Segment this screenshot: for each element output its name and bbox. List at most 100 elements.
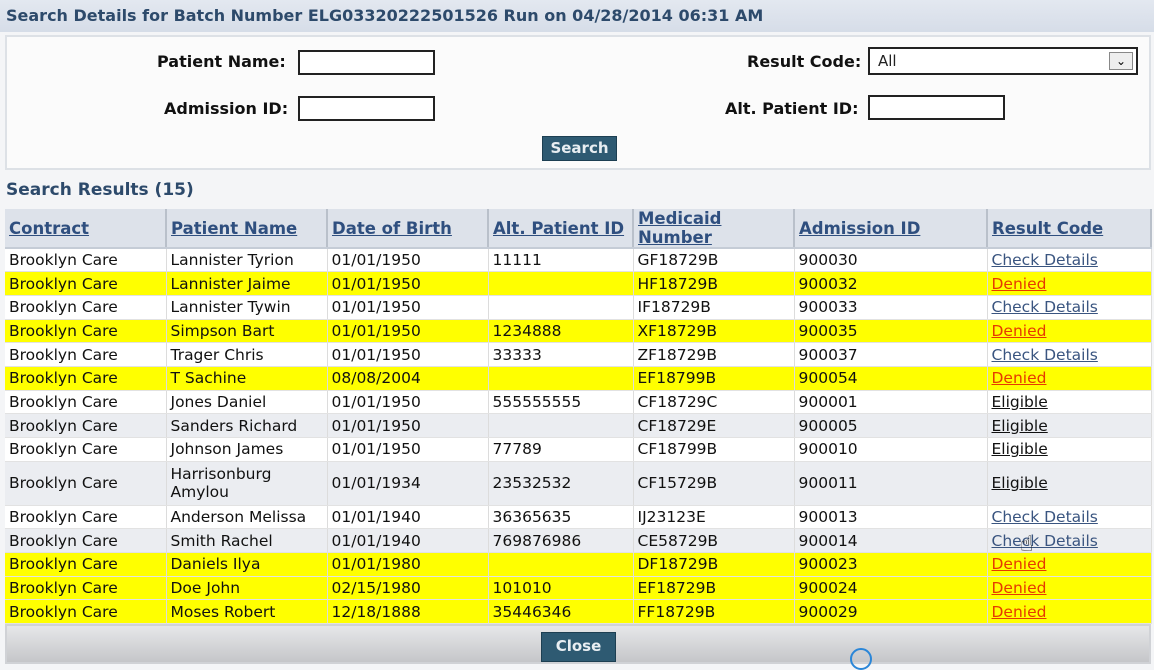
alt-patient-id-cell: 11111 — [488, 248, 634, 273]
result-check-link[interactable]: Check Details — [992, 508, 1098, 526]
admission-id-cell: 900013 — [794, 505, 988, 530]
contract-cell: Brooklyn Care — [5, 366, 167, 391]
patient-name-cell: Lannister Jaime — [166, 271, 328, 296]
alt-patient-id-cell — [488, 413, 634, 438]
dob-cell: 01/01/1950 — [327, 319, 489, 344]
result-code-cell: Denied — [987, 271, 1152, 296]
contract-cell: Brooklyn Care — [5, 599, 167, 625]
dob-cell: 01/01/1950 — [327, 342, 489, 367]
alt-patient-id-cell — [488, 295, 634, 320]
alt-patient-id-label: Alt. Patient ID: — [725, 99, 859, 118]
medicaid-number-cell: CF18729C — [633, 390, 795, 415]
sort-alt-patient-id-link[interactable]: Alt. Patient ID — [493, 219, 624, 238]
sort-admission-id-link[interactable]: Admission ID — [799, 219, 920, 238]
table-row: Brooklyn Care Lannister Jaime 01/01/1950 HF… — [5, 271, 1152, 296]
chevron-down-icon[interactable]: ⌄ — [1109, 52, 1133, 70]
column-header-contract[interactable]: Contract — [5, 209, 167, 249]
medicaid-number-cell: EF18799B — [633, 366, 795, 391]
loading-spinner-icon — [850, 648, 872, 670]
medicaid-number-cell: CF15729B — [633, 461, 795, 506]
sort-patient-name-link[interactable]: Patient Name — [171, 219, 297, 238]
patient-name-cell: T Sachine — [166, 366, 328, 391]
table-row: Brooklyn Care Daniels Ilya 01/01/1980 DF187… — [5, 552, 1152, 577]
table-row: Brooklyn Care Harrisonburg Amylou 01/01/19… — [5, 461, 1152, 506]
dob-cell: 01/01/1980 — [327, 552, 489, 577]
table-row: Brooklyn Care Smith Rachel 01/01/1940 76987… — [5, 528, 1152, 554]
result-check-link[interactable]: Check Details — [992, 346, 1098, 364]
admission-id-cell: 900014 — [794, 528, 988, 554]
contract-cell: Brooklyn Care — [5, 413, 167, 438]
column-header-result-code[interactable]: Result Code — [987, 209, 1152, 249]
patient-name-cell: Harrisonburg Amylou — [166, 461, 328, 506]
column-header-medicaid-number[interactable]: Medicaid Number — [633, 209, 795, 249]
contract-cell: Brooklyn Care — [5, 528, 167, 554]
result-denied-link[interactable]: Denied — [992, 579, 1047, 597]
alt-patient-id-cell: 769876986 — [488, 528, 634, 554]
admission-id-cell: 900010 — [794, 437, 988, 462]
result-denied-link[interactable]: Denied — [992, 603, 1047, 621]
contract-cell: Brooklyn Care — [5, 461, 167, 506]
column-header-alt-patient-id[interactable]: Alt. Patient ID — [488, 209, 634, 249]
result-code-cell: Denied — [987, 319, 1152, 344]
patient-name-input[interactable] — [298, 50, 435, 75]
patient-name-cell: Lannister Tyrion — [166, 248, 328, 273]
dob-cell: 01/01/1934 — [327, 461, 489, 506]
column-header-admission-id[interactable]: Admission ID — [794, 209, 988, 249]
admission-id-cell: 900011 — [794, 461, 988, 506]
admission-id-cell: 900024 — [794, 576, 988, 601]
result-check-link[interactable]: Check Details — [992, 298, 1098, 316]
search-button[interactable]: Search — [542, 136, 617, 161]
result-check-link[interactable]: Check Details — [992, 532, 1098, 550]
admission-id-cell: 900029 — [794, 599, 988, 625]
table-row: Brooklyn Care Lannister Tyrion 01/01/1950 1… — [5, 248, 1152, 273]
medicaid-number-cell: FF18729B — [633, 599, 795, 625]
result-code-cell: Check Details — [987, 505, 1152, 530]
patient-name-cell: Simpson Bart — [166, 319, 328, 344]
sort-date-of-birth-link[interactable]: Date of Birth — [332, 219, 452, 238]
result-eligible-link[interactable]: Eligible — [992, 440, 1048, 458]
result-code-cell: Eligible — [987, 437, 1152, 462]
dob-cell: 12/18/1888 — [327, 599, 489, 625]
table-row: Brooklyn Care Simpson Bart 01/01/1950 12348… — [5, 319, 1152, 344]
admission-id-input[interactable] — [298, 96, 435, 121]
alt-patient-id-cell: 1234888 — [488, 319, 634, 344]
result-eligible-link[interactable]: Eligible — [992, 393, 1048, 411]
result-denied-link[interactable]: Denied — [992, 275, 1047, 293]
table-row: Brooklyn Care Doe John 02/15/1980 101010 EF1… — [5, 576, 1152, 601]
sort-result-code-link[interactable]: Result Code — [992, 219, 1103, 238]
contract-cell: Brooklyn Care — [5, 248, 167, 273]
result-code-select[interactable]: All ⌄ — [868, 47, 1138, 75]
results-table: Contract Patient Name Date of Birth Alt.… — [5, 209, 1152, 625]
column-header-date-of-birth[interactable]: Date of Birth — [327, 209, 489, 249]
dob-cell: 08/08/2004 — [327, 366, 489, 391]
result-code-cell: Eligible — [987, 413, 1152, 438]
alt-patient-id-input[interactable] — [868, 95, 1005, 120]
medicaid-number-cell: DF18729B — [633, 552, 795, 577]
contract-cell: Brooklyn Care — [5, 576, 167, 601]
admission-id-cell: 900035 — [794, 319, 988, 344]
result-code-selected-value: All — [878, 52, 897, 70]
table-header-row: Contract Patient Name Date of Birth Alt.… — [5, 209, 1152, 249]
sort-contract-link[interactable]: Contract — [9, 219, 89, 238]
table-row: Brooklyn Care Trager Chris 01/01/1950 33333… — [5, 342, 1152, 367]
result-denied-link[interactable]: Denied — [992, 555, 1047, 573]
result-code-cell: Check Details — [987, 295, 1152, 320]
result-denied-link[interactable]: Denied — [992, 322, 1047, 340]
result-eligible-link[interactable]: Eligible — [992, 474, 1048, 492]
dialog-title: Search Details for Batch Number ELG03320… — [0, 0, 1154, 32]
result-code-cell: Eligible — [987, 390, 1152, 415]
medicaid-number-cell: HF18729B — [633, 271, 795, 296]
patient-name-cell: Jones Daniel — [166, 390, 328, 415]
column-header-patient-name[interactable]: Patient Name — [166, 209, 328, 249]
sort-medicaid-number-link[interactable]: Medicaid Number — [638, 209, 721, 247]
result-check-link[interactable]: Check Details — [992, 251, 1098, 269]
result-eligible-link[interactable]: Eligible — [992, 417, 1048, 435]
result-denied-link[interactable]: Denied — [992, 369, 1047, 387]
dob-cell: 01/01/1940 — [327, 505, 489, 530]
close-button[interactable]: Close — [541, 632, 616, 662]
admission-id-cell: 900001 — [794, 390, 988, 415]
dob-cell: 01/01/1950 — [327, 413, 489, 438]
alt-patient-id-cell: 555555555 — [488, 390, 634, 415]
medicaid-number-cell: CF18729E — [633, 413, 795, 438]
medicaid-number-cell: EF18729B — [633, 576, 795, 601]
